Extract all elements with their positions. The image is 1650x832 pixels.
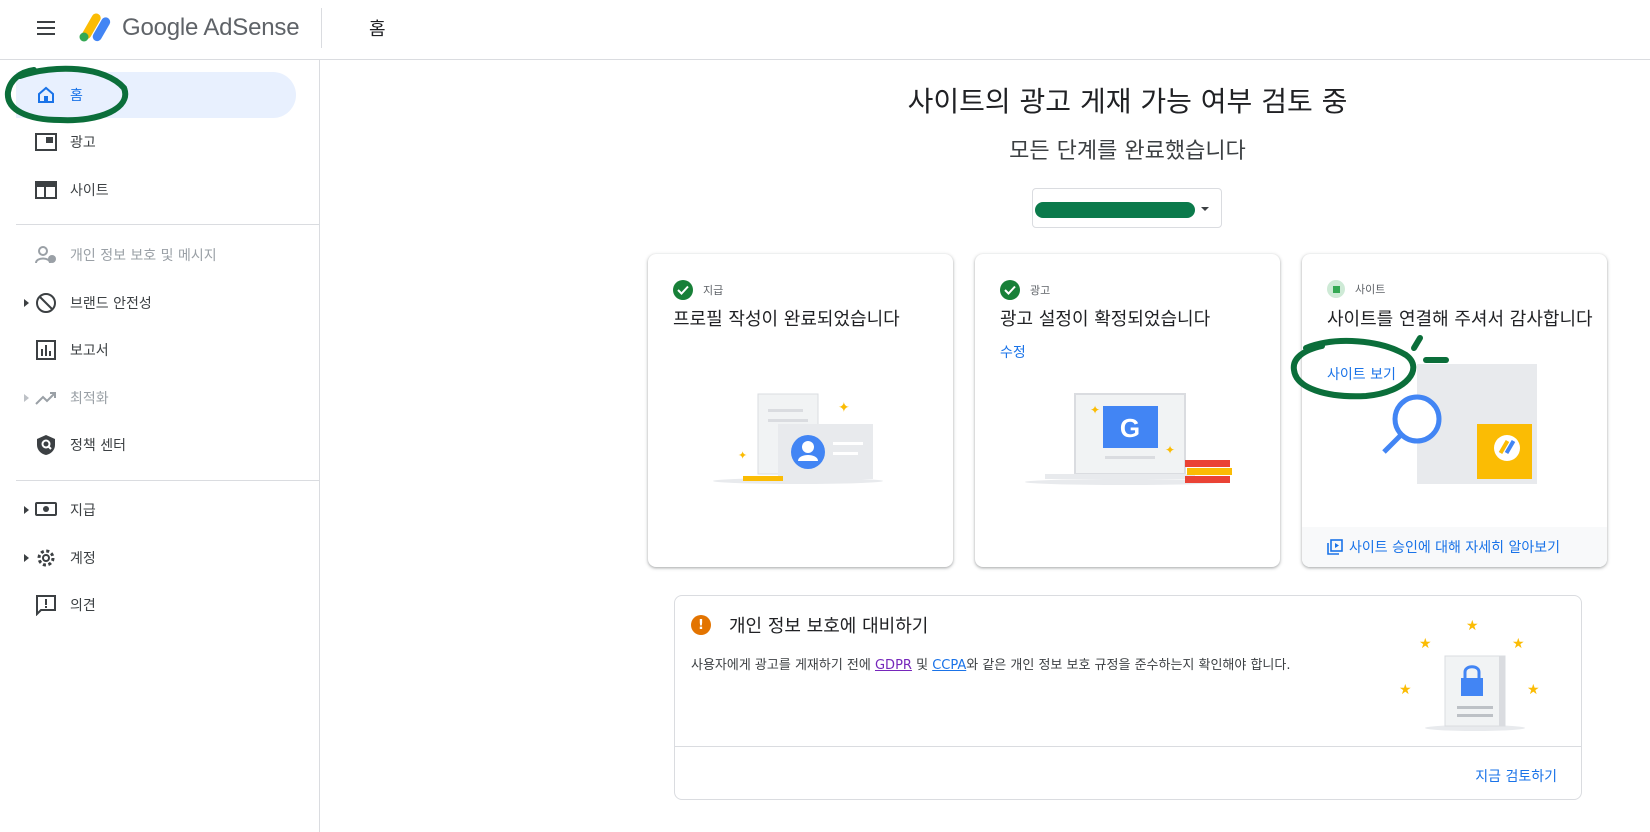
sites-icon [34,178,58,202]
svg-text:★: ★ [1466,618,1479,634]
review-status-title: 사이트의 광고 게재 가능 여부 검토 중 [907,85,1348,118]
card-kicker: 사이트 [1327,280,1385,298]
svg-text:★: ★ [1512,636,1525,652]
sidebar-item-label: 개인 정보 보호 및 메시지 [70,248,217,264]
sidebar-item-label: 최적화 [70,391,109,407]
card-kicker-label: 사이트 [1355,283,1386,296]
in-progress-icon [1327,280,1345,298]
privacy-messaging-icon [34,243,58,267]
expand-caret-icon [24,554,29,562]
menu-icon[interactable] [34,16,58,40]
sidebar-item-optimization[interactable]: 최적화 [16,375,296,421]
app-name: Google AdSense [122,14,300,41]
gdpr-link[interactable]: GDPR [875,658,912,673]
expand-caret-icon [24,506,29,514]
payments-icon [34,498,58,522]
sidebar-item-label: 보고서 [70,343,109,359]
ads-icon [34,130,58,154]
warning-icon: ! [691,615,711,635]
svg-text:✦: ✦ [1090,403,1100,417]
privacy-header: ! 개인 정보 보호에 대비하기 [691,612,928,638]
privacy-title: 개인 정보 보호에 대비하기 [729,616,929,637]
profile-illustration: ✦ ✦ [713,393,883,484]
review-now-button[interactable]: 지금 검토하기 [1475,766,1557,786]
site-review-illustration [1382,364,1537,484]
card-kicker-label: 지급 [703,284,724,297]
top-app-bar: Google AdSense 홈 [0,0,1650,60]
learn-more-footer[interactable]: 사이트 승인에 대해 자세히 알아보기 [1302,527,1607,567]
sidebar-item-label: 의견 [70,598,96,614]
svg-text:★: ★ [1419,636,1432,652]
svg-text:✦: ✦ [738,449,747,462]
card-title: 사이트를 연결해 주셔서 감사합니다 [1327,309,1593,330]
ccpa-link[interactable]: CCPA [932,658,966,673]
home-icon [34,83,58,107]
ads-laptop-illustration: G ✦ ✦ [1025,393,1232,485]
sidebar-divider [16,224,320,225]
privacy-desc-text: 와 같은 개인 정보 보호 규정을 준수하는지 확인해야 합니다. [966,658,1291,673]
page-title: 홈 [369,19,386,40]
sidebar-item-policy-center[interactable]: 정책 센터 [16,422,296,468]
step-card-ads: 광고 광고 설정이 확정되었습니다 수정 G ✦ ✦ [975,254,1280,567]
gear-icon [34,546,58,570]
learn-more-label: 사이트 승인에 대해 자세히 알아보기 [1349,540,1560,556]
review-status-subtitle: 모든 단계를 완료했습니다 [1009,139,1246,164]
privacy-divider [675,746,1581,747]
sidebar-item-label: 브랜드 안전성 [70,296,152,312]
step-card-payments: 지급 프로필 작성이 완료되었습니다 ✦ ✦ [648,254,953,567]
sidebar-item-reports[interactable]: 보고서 [16,327,296,373]
dropdown-arrow-icon [1201,207,1209,211]
header-divider [321,8,322,48]
adsense-logo-icon [79,13,111,42]
sidebar-item-label: 홈 [70,88,83,104]
edit-link[interactable]: 수정 [1000,342,1026,362]
svg-text:G: G [1120,413,1140,443]
expand-caret-icon [24,394,29,402]
card-title: 프로필 작성이 완료되었습니다 [673,309,900,330]
privacy-desc-text: 사용자에게 광고를 게재하기 전에 [691,658,875,673]
trending-icon [34,386,58,410]
svg-text:★: ★ [1399,682,1412,698]
sidebar-item-label: 계정 [70,551,96,567]
sidebar-item-payments[interactable]: 지급 [16,487,296,533]
policy-shield-icon [34,433,58,457]
sidebar-item-feedback[interactable]: 의견 [16,582,296,628]
sidebar-item-sites[interactable]: 사이트 [16,167,296,213]
redacted-site-name [1035,202,1195,218]
sidebar-item-label: 정책 센터 [70,438,126,454]
sidebar-divider [16,480,320,481]
step-card-sites: 사이트 사이트를 연결해 주셔서 감사합니다 사이트 보기 사이트 승인에 대해… [1302,254,1607,567]
check-circle-icon [673,280,693,300]
video-library-icon [1327,539,1343,555]
view-sites-link[interactable]: 사이트 보기 [1327,364,1396,384]
privacy-desc-text: 및 [911,658,933,673]
svg-text:★: ★ [1527,682,1540,698]
svg-text:✦: ✦ [1165,443,1175,457]
sidebar-item-label: 사이트 [70,183,109,199]
expand-caret-icon [24,299,29,307]
check-circle-icon [1000,280,1020,300]
svg-text:✦: ✦ [838,400,850,416]
card-kicker-label: 광고 [1030,284,1051,297]
site-selector[interactable] [1032,188,1222,228]
feedback-icon [34,593,58,617]
adsense-logo[interactable]: Google AdSense [78,10,300,46]
sidebar-item-label: 광고 [70,135,96,151]
sidebar-item-home[interactable]: 홈 [16,72,296,118]
sidebar-item-brand-safety[interactable]: 브랜드 안전성 [16,280,296,326]
privacy-description: 사용자에게 광고를 게재하기 전에 GDPR 및 CCPA와 같은 개인 정보 … [691,654,1290,673]
privacy-card: ! 개인 정보 보호에 대비하기 사용자에게 광고를 게재하기 전에 GDPR … [674,595,1582,800]
card-kicker: 광고 [1000,280,1050,300]
card-kicker: 지급 [673,280,723,300]
sidebar-item-ads[interactable]: 광고 [16,119,296,165]
privacy-lock-illustration: ★ ★ ★ ★ ★ [1399,618,1540,731]
reports-icon [34,338,58,362]
block-icon [34,291,58,315]
sidebar-item-account[interactable]: 계정 [16,535,296,581]
sidebar-item-label: 지급 [70,503,96,519]
sidebar-item-privacy-messaging[interactable]: 개인 정보 보호 및 메시지 [16,232,296,278]
sidebar: 홈 광고 사이트 개인 정보 보호 및 메시지 브랜드 안전성 보고서 최적화 … [0,60,320,832]
card-title: 광고 설정이 확정되었습니다 [1000,309,1211,330]
